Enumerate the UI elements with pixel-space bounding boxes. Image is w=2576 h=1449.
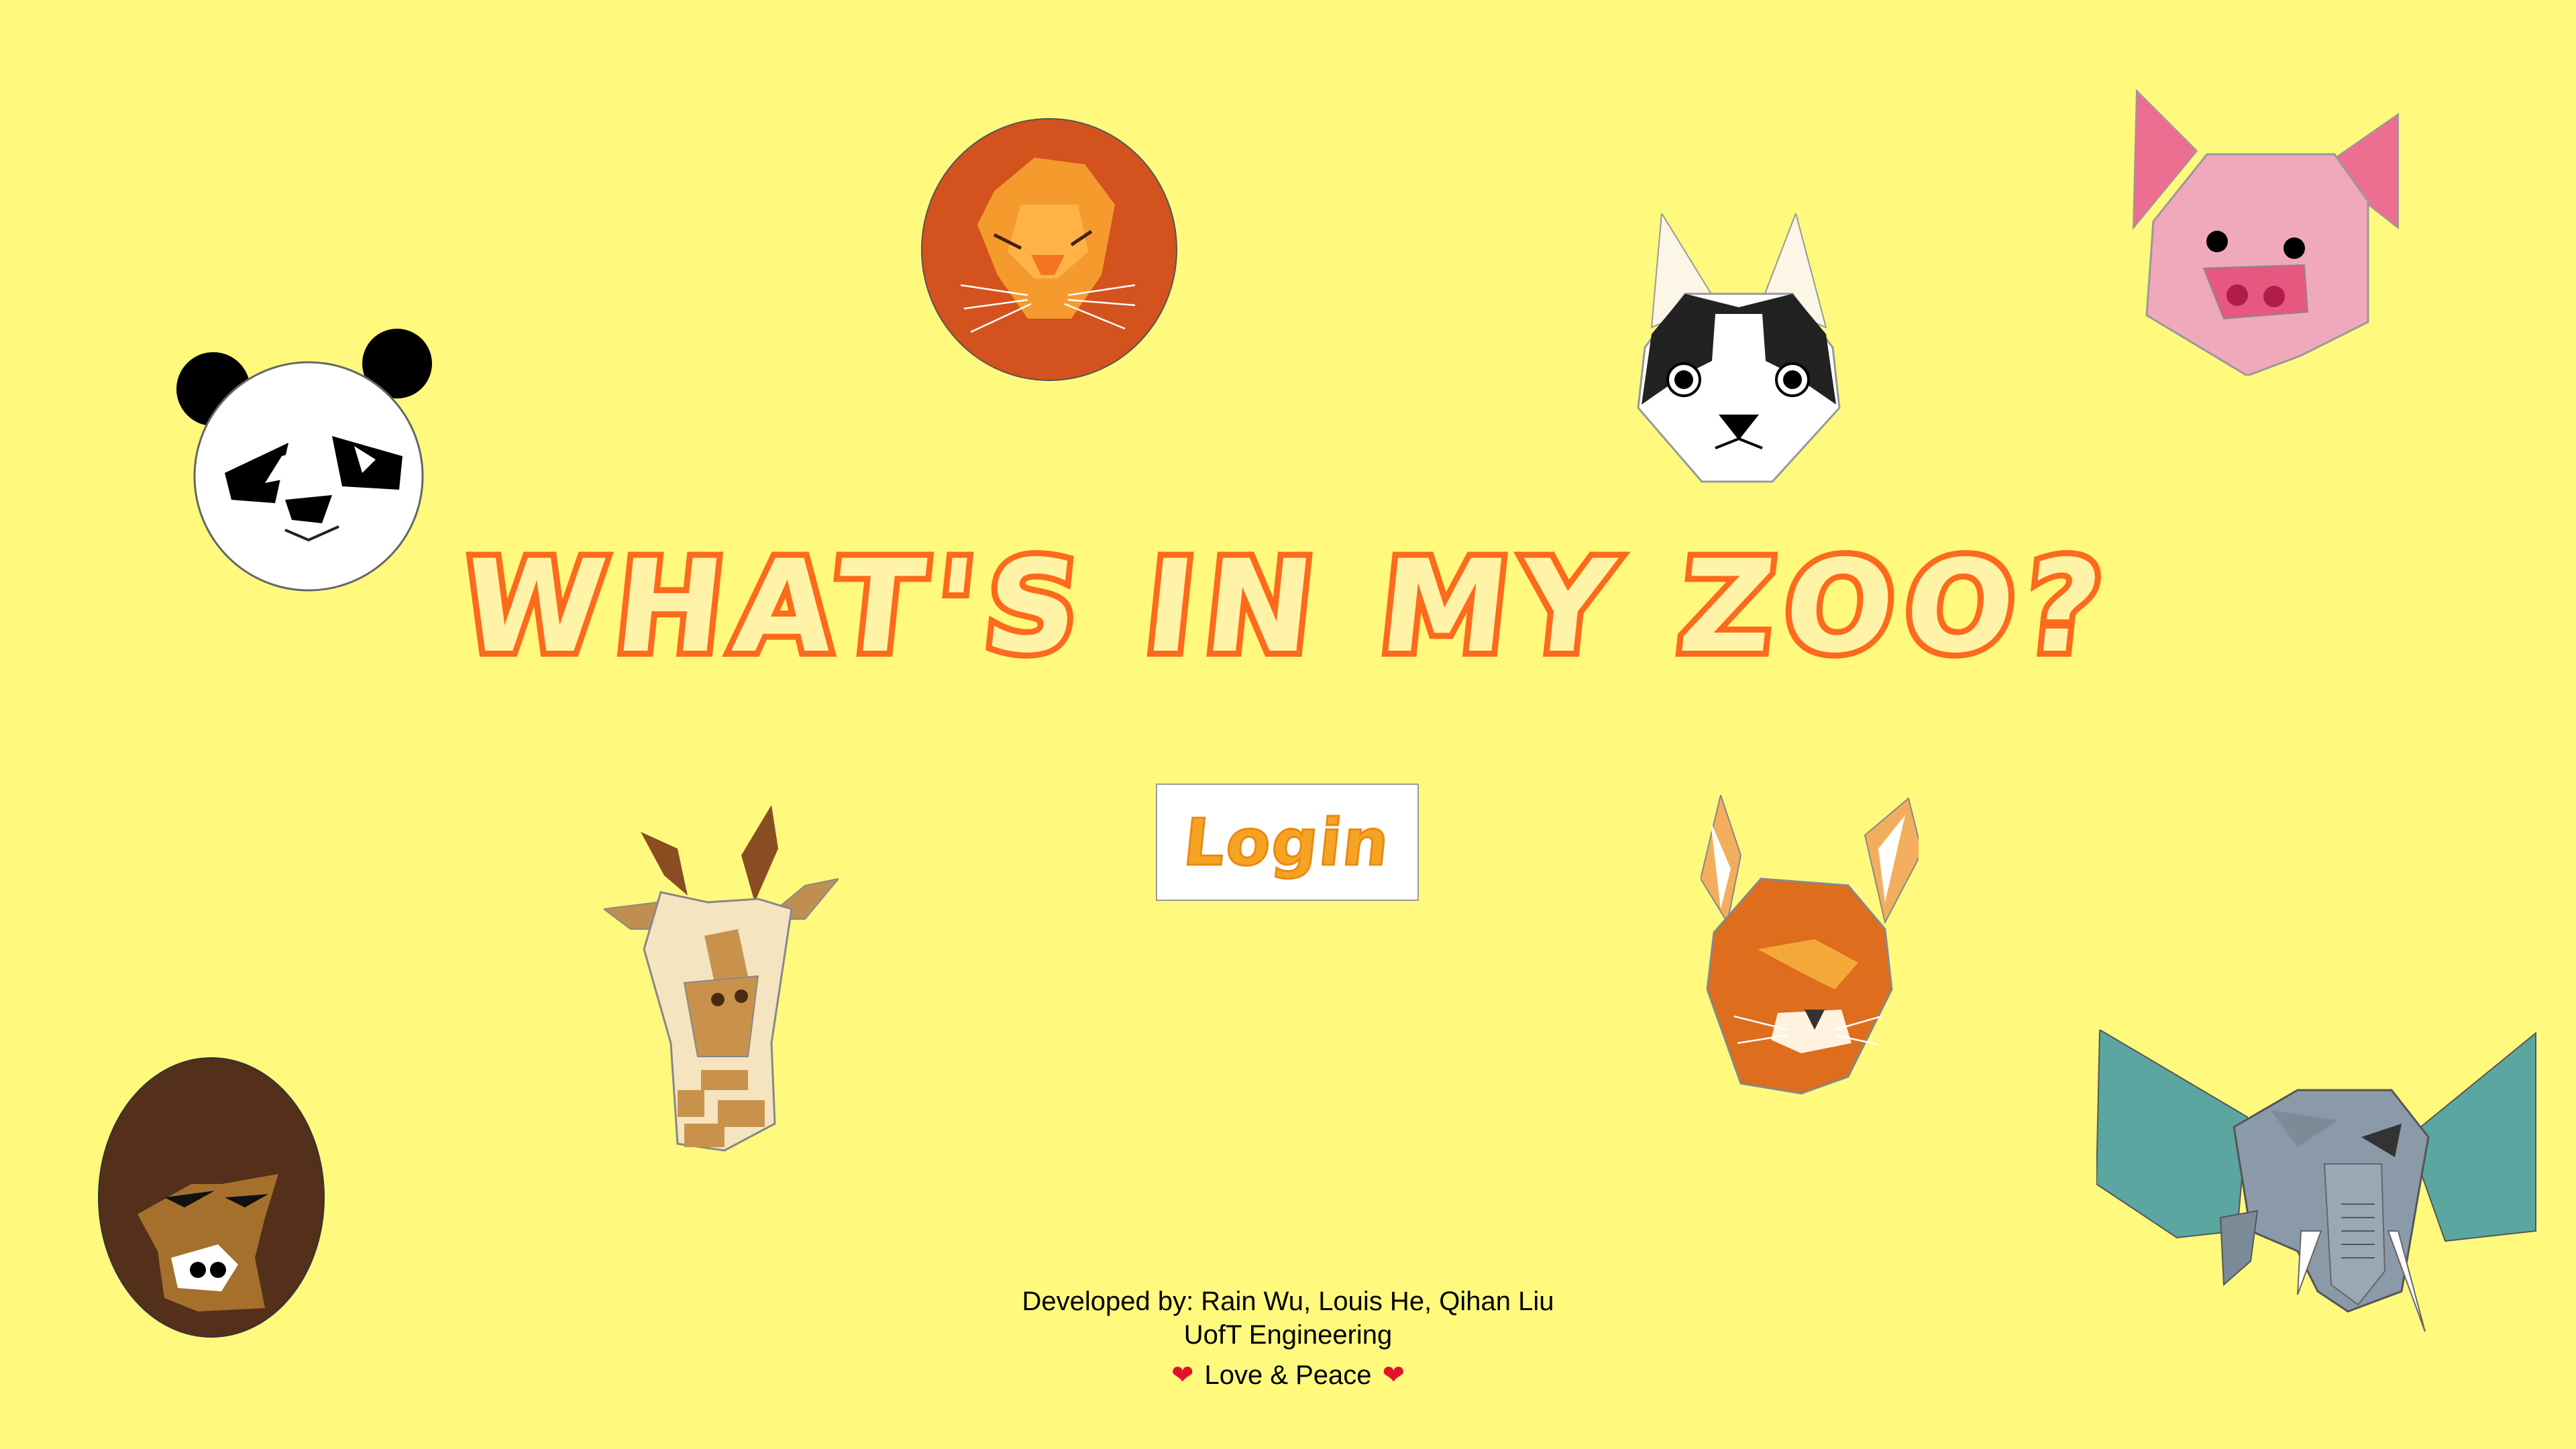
heart-icon: ❤ xyxy=(1171,1360,1194,1391)
login-button[interactable]: Login xyxy=(1156,784,1419,901)
login-button-label: Login xyxy=(1179,804,1395,881)
husky-illustration xyxy=(1637,213,1841,483)
developers-credit: Developed by: Rain Wu, Louis He, Qihan L… xyxy=(1022,1287,1554,1316)
giraffe-illustration xyxy=(604,805,839,1152)
page-title: WHAT'S IN MY ZOO? xyxy=(450,527,2127,687)
tagline-text: Love & Peace xyxy=(1204,1360,1372,1390)
footer: Developed by: Rain Wu, Louis He, Qihan L… xyxy=(0,1285,2576,1392)
pig-illustration xyxy=(2132,89,2399,376)
love-and-peace: ❤ Love & Peace ❤ xyxy=(1171,1358,1405,1392)
lion-illustration xyxy=(921,118,1177,381)
heart-icon: ❤ xyxy=(1382,1360,1405,1391)
fox-illustration xyxy=(1701,795,1919,1095)
school-credit: UofT Engineering xyxy=(1183,1320,1393,1350)
